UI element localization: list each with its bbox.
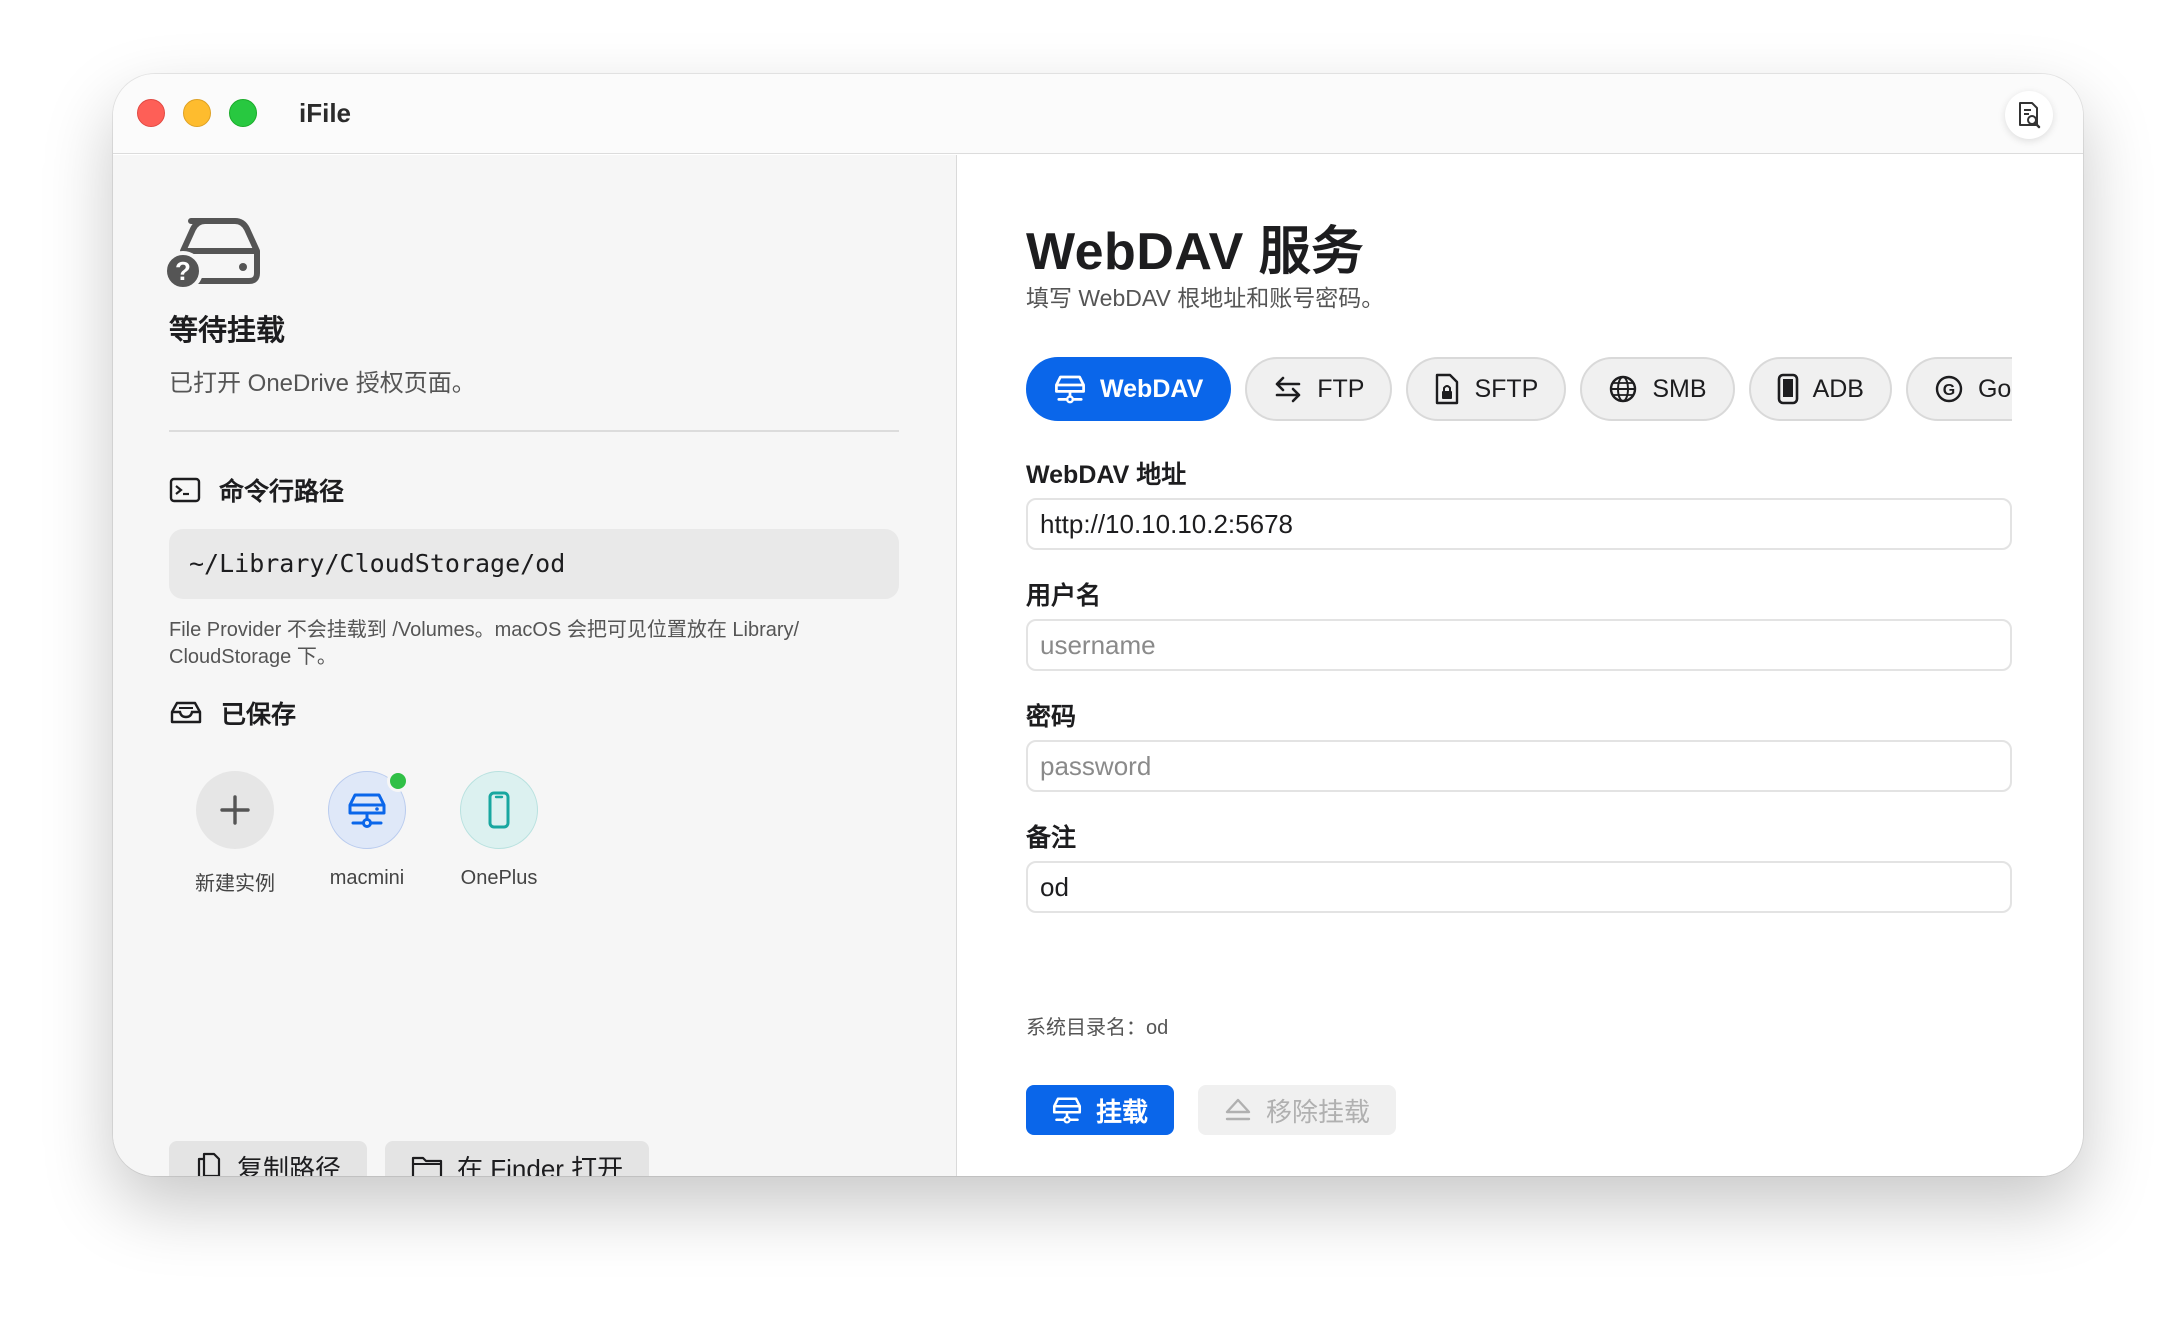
new-instance-button[interactable]: [196, 771, 274, 849]
tab-ftp[interactable]: FTP: [1245, 357, 1393, 421]
username-label: 用户名: [1026, 582, 1102, 610]
tab-smb[interactable]: SMB: [1580, 357, 1735, 421]
server-icon: [1055, 375, 1085, 404]
mount-actions: 挂载 移除挂载: [1026, 1085, 1397, 1135]
saved-item-oneplus[interactable]: OnePlus: [433, 771, 565, 896]
phone-icon: [1777, 373, 1798, 405]
zoom-window-button[interactable]: [229, 99, 257, 127]
server-icon: [348, 793, 386, 828]
saved-item-label: 新建实例: [195, 873, 275, 895]
address-input[interactable]: [1026, 498, 2012, 550]
cli-path-heading: 命令行路径: [169, 472, 344, 508]
server-icon: [1052, 1097, 1082, 1124]
arrows-icon: [1275, 376, 1301, 403]
tab-label: Goo: [1977, 374, 2012, 403]
tab-label: FTP: [1317, 374, 1365, 403]
saved-instances: 新建实例 macmini OnePlus: [169, 770, 565, 896]
unmount-label: 移除挂载: [1266, 1096, 1371, 1127]
terminal-icon: [169, 477, 201, 503]
saved-heading-label: 已保存: [221, 701, 297, 729]
saved-item-new[interactable]: 新建实例: [169, 771, 301, 896]
tab-adb[interactable]: ADB: [1748, 357, 1892, 421]
mount-button[interactable]: 挂载: [1026, 1085, 1175, 1135]
lock-doc-icon: [1436, 373, 1459, 405]
saved-item-label: OnePlus: [460, 867, 538, 889]
tab-label: WebDAV: [1100, 374, 1204, 403]
address-label: WebDAV 地址: [1026, 461, 1187, 489]
mount-status-subtitle: 已打开 OneDrive 授权页面。: [169, 370, 476, 397]
close-window-button[interactable]: [137, 99, 165, 127]
cli-path-heading-label: 命令行路径: [219, 478, 345, 506]
plus-icon: [220, 795, 250, 825]
mount-status-title: 等待挂载: [169, 315, 286, 347]
protocol-tabs: WebDAV FTP SFTP SMB ADB G Go: [1026, 355, 2012, 425]
copy-documents-icon: [197, 1152, 221, 1176]
saved-item-macmini[interactable]: macmini: [301, 770, 433, 896]
title-bar: iFile: [113, 74, 2083, 154]
sidebar: ? 等待挂载 已打开 OneDrive 授权页面。 命令行路径 ~/Librar…: [113, 155, 957, 1176]
note-label: 备注: [1026, 824, 1077, 852]
app-window: iFile ? 等待挂载 已打开 OneDrive 授权页面。 命令行路径 ~/…: [113, 74, 2083, 1176]
password-input[interactable]: [1026, 740, 2012, 792]
drive-unknown-icon: ?: [163, 218, 260, 291]
saved-item-label: macmini: [329, 867, 405, 889]
macmini-instance-button[interactable]: [328, 770, 409, 849]
page-title: WebDAV 服务: [1026, 223, 1364, 281]
eject-icon: [1225, 1098, 1251, 1121]
page-subtitle: 填写 WebDAV 根地址和账号密码。: [1026, 285, 1385, 311]
note-input[interactable]: [1026, 861, 2012, 913]
system-dir-name: 系统目录名：od: [1026, 1017, 1169, 1039]
password-label: 密码: [1026, 703, 1077, 731]
minimize-window-button[interactable]: [183, 99, 211, 127]
google-icon: G: [1935, 375, 1963, 403]
tray-icon: [170, 701, 202, 724]
mount-label: 挂载: [1096, 1096, 1149, 1127]
app-title: iFile: [299, 98, 352, 128]
sidebar-actions: 复制路径 在 Finder 打开: [169, 1141, 650, 1177]
saved-heading: 已保存: [169, 695, 296, 731]
main-panel: WebDAV 服务 填写 WebDAV 根地址和账号密码。 WebDAV FTP…: [958, 155, 2083, 1176]
tab-label: SFTP: [1474, 374, 1539, 403]
copy-path-label: 复制路径: [237, 1153, 342, 1177]
unmount-button[interactable]: 移除挂载: [1198, 1085, 1397, 1135]
copy-path-button[interactable]: 复制路径: [169, 1141, 368, 1177]
tab-webdav[interactable]: WebDAV: [1026, 357, 1232, 421]
cli-path-field[interactable]: ~/Library/CloudStorage/od: [169, 529, 899, 599]
divider: [169, 430, 899, 432]
document-search-icon: [2019, 102, 2041, 129]
tab-sftp[interactable]: SFTP: [1406, 357, 1567, 421]
online-status-dot: [387, 770, 409, 792]
globe-icon: [1610, 375, 1637, 403]
folder-icon: [411, 1156, 443, 1176]
file-provider-note: File Provider 不会挂载到 /Volumes。macOS 会把可见位…: [169, 619, 800, 668]
open-in-finder-label: 在 Finder 打开: [457, 1153, 624, 1177]
username-input[interactable]: [1026, 619, 2012, 671]
tab-google[interactable]: G Goo: [1905, 357, 2012, 421]
tab-label: ADB: [1812, 374, 1864, 403]
phone-icon: [488, 791, 510, 829]
svg-text:G: G: [1943, 382, 1955, 399]
tab-label: SMB: [1652, 374, 1707, 403]
oneplus-instance-button[interactable]: [460, 771, 538, 849]
svg-text:?: ?: [175, 256, 191, 286]
open-in-finder-button[interactable]: 在 Finder 打开: [385, 1141, 650, 1177]
log-viewer-button[interactable]: [2005, 91, 2053, 139]
